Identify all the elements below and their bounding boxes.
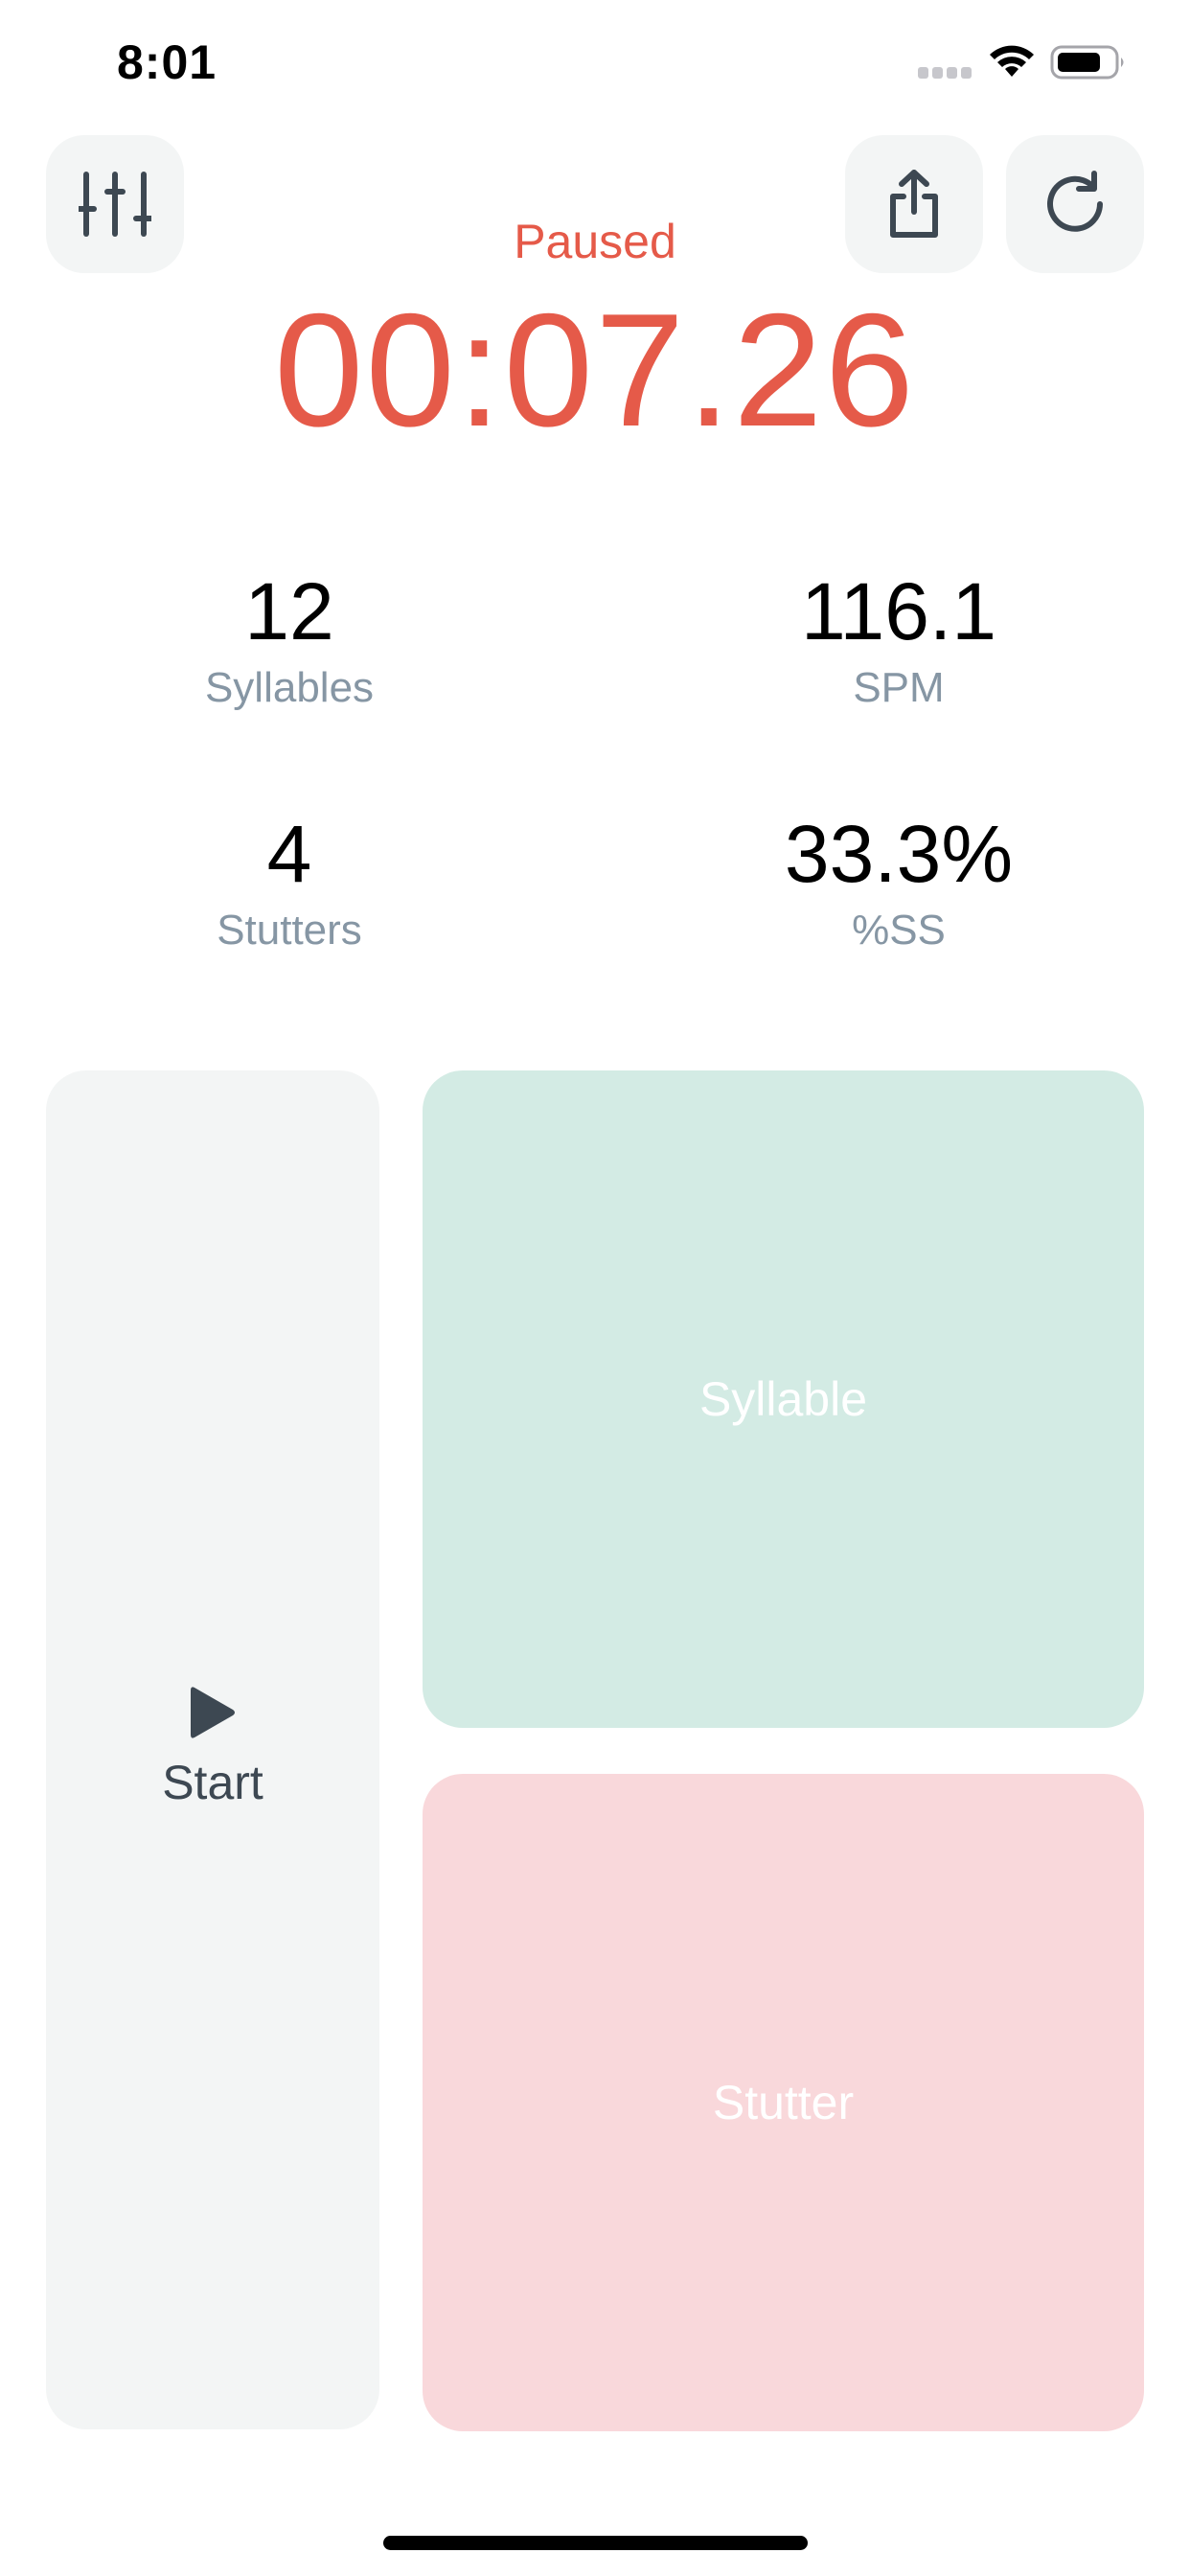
stat-syllables: 12 Syllables: [98, 565, 481, 715]
stat-percent-ss: 33.3% %SS: [707, 808, 1090, 957]
syllable-button[interactable]: Syllable: [423, 1070, 1144, 1728]
start-button[interactable]: Start: [46, 1070, 379, 2429]
stat-label: SPM: [853, 664, 945, 711]
play-icon: [191, 1687, 235, 1738]
start-button-content: Start: [46, 1684, 379, 1810]
stat-label: Stutters: [217, 907, 362, 954]
stutter-button[interactable]: Stutter: [423, 1774, 1144, 2431]
battery-icon: [1050, 45, 1124, 80]
syllable-label: Syllable: [698, 1372, 868, 1426]
timer-status: Paused: [514, 215, 676, 268]
cellular-signal-icon: [918, 67, 972, 79]
timer-display: 00:07.26: [274, 280, 916, 460]
stat-value: 4: [266, 809, 312, 899]
stat-label: Syllables: [204, 664, 375, 711]
stat-stutters: 4 Stutters: [98, 808, 481, 957]
stat-label: %SS: [852, 907, 946, 954]
stat-value: 12: [244, 566, 334, 656]
start-label: Start: [162, 1756, 263, 1809]
home-indicator[interactable]: [383, 2536, 808, 2550]
stat-value: 33.3%: [784, 809, 1014, 899]
stat-spm: 116.1 SPM: [707, 565, 1090, 715]
wifi-icon: [990, 45, 1034, 77]
stat-value: 116.1: [801, 566, 996, 656]
stutter-label: Stutter: [712, 2076, 855, 2129]
stutter-counter-screen: 8:01 Paused 00:07.26 12 Syllables 116.1 …: [0, 0, 1190, 2576]
status-bar-time: 8:01: [117, 35, 217, 89]
